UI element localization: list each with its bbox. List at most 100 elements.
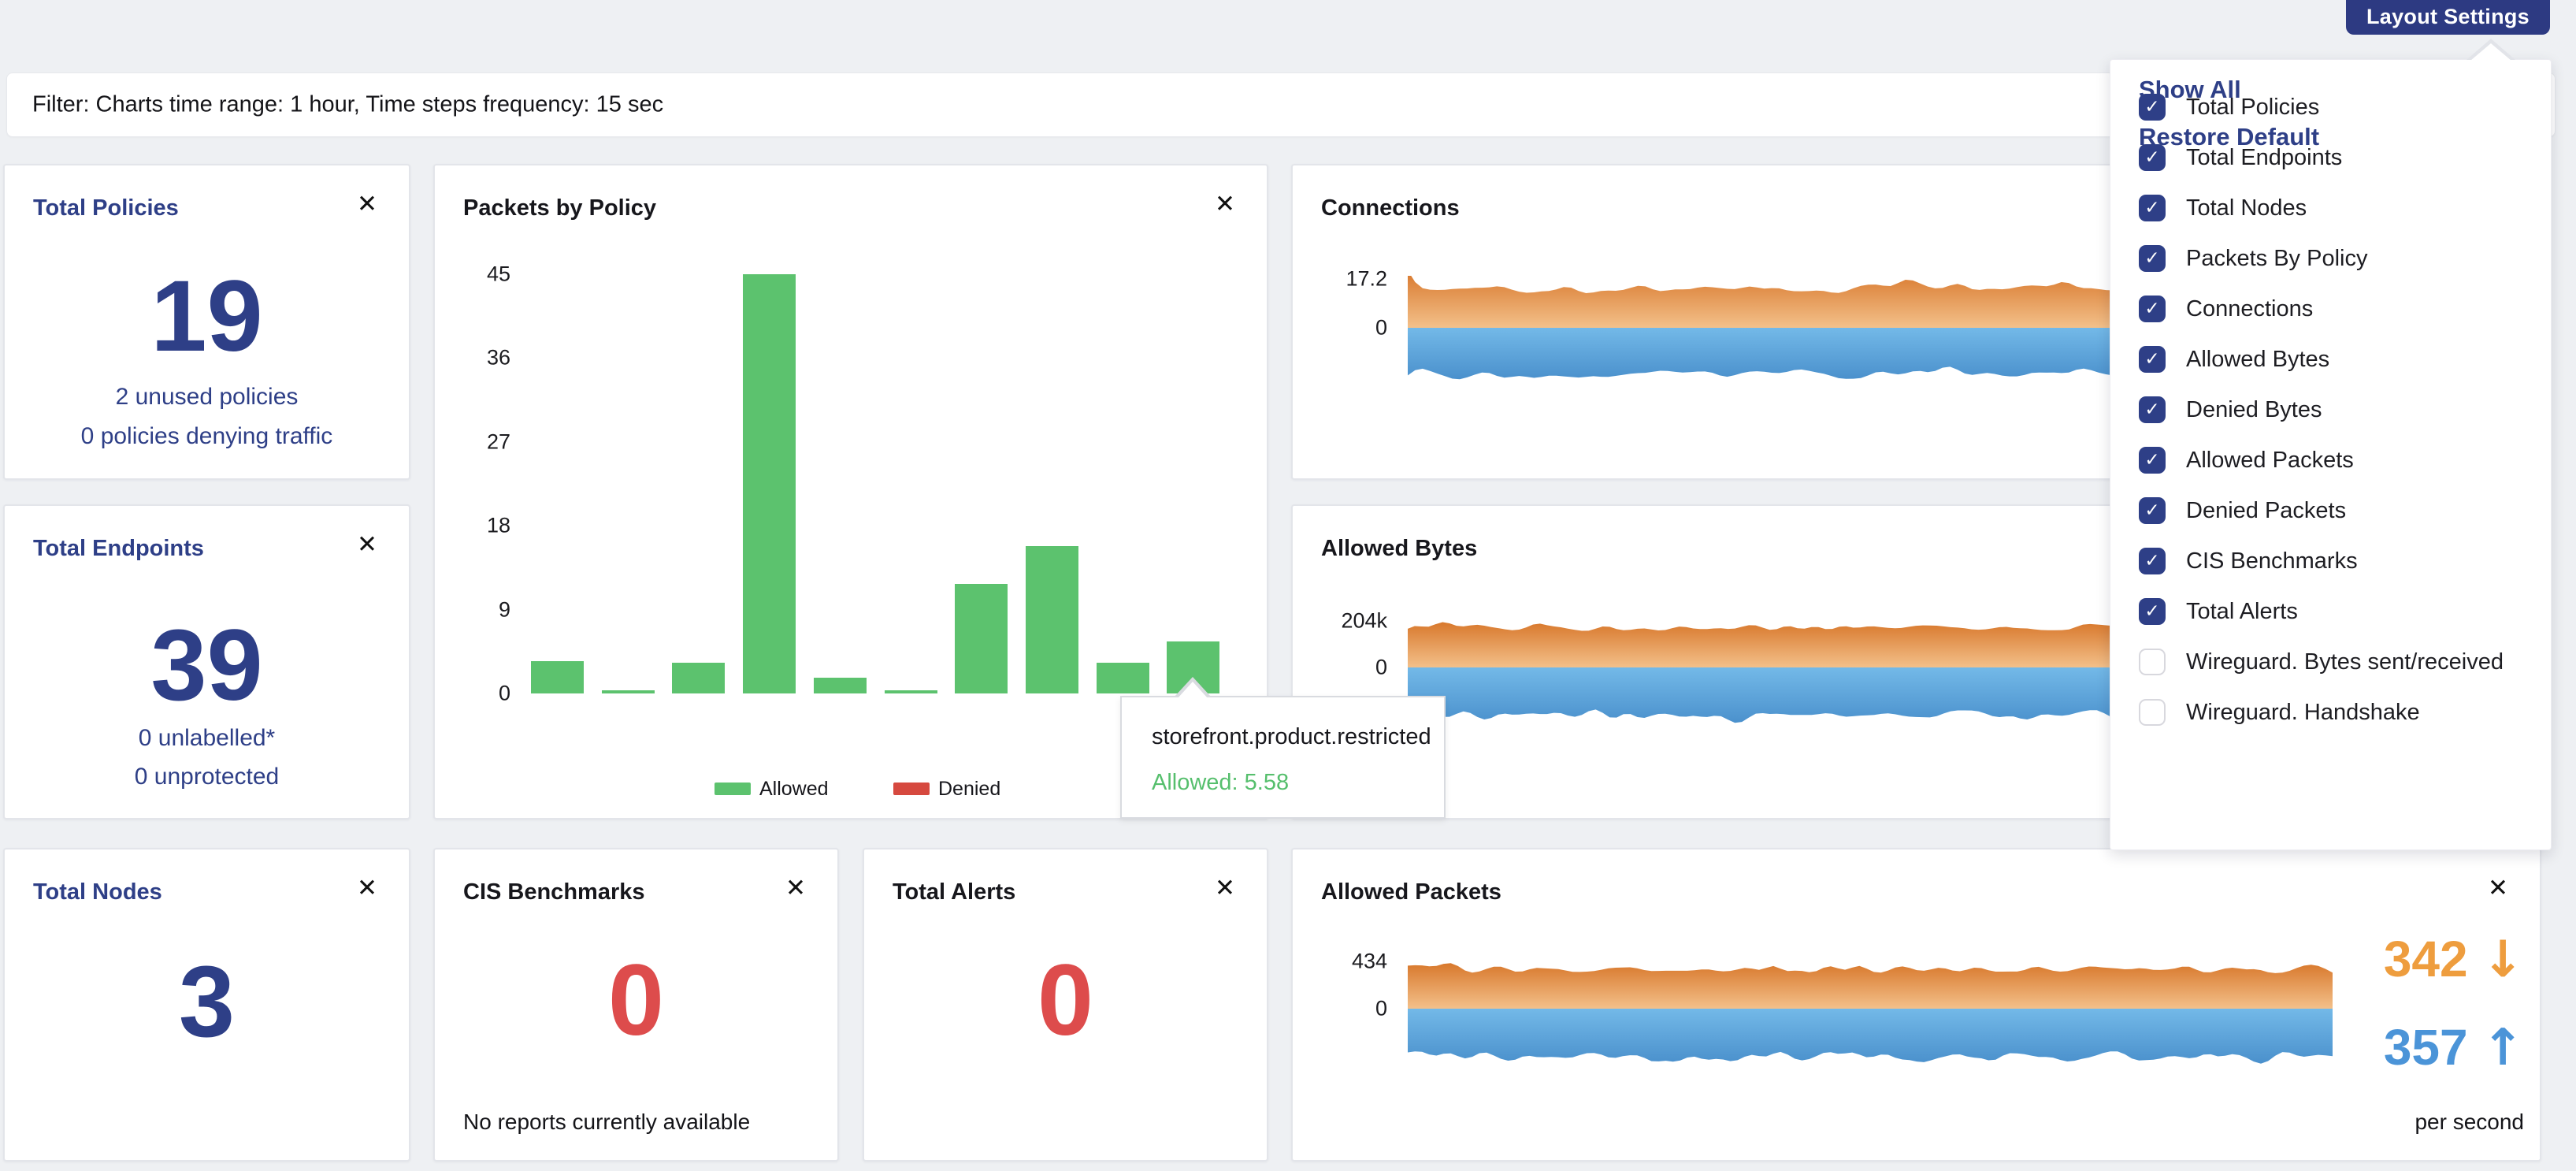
card-title: Connections	[1321, 195, 1460, 221]
dropdown-item-label: Total Alerts	[2186, 599, 2298, 625]
y-axis-top-label: 17.2	[1293, 267, 1387, 292]
card-title: Allowed Packets	[1321, 879, 1501, 905]
cis-benchmarks-value: 0	[435, 950, 837, 1051]
bar-ytick-9: 9	[435, 597, 510, 622]
dropdown-item-label: Denied Bytes	[2186, 397, 2322, 423]
allowed-legend-swatch	[715, 783, 751, 795]
chart-tooltip: storefront.product.restricted Allowed: 5…	[1120, 696, 1446, 819]
bar-ytick-27: 27	[435, 429, 510, 454]
tooltip-policy-name: storefront.product.restricted	[1152, 724, 1431, 750]
bar-ytick-18: 18	[435, 514, 510, 538]
checkbox-checked-icon[interactable]: ✓	[2139, 346, 2166, 373]
close-icon[interactable]: ✕	[1215, 876, 1235, 901]
arrow-down-icon: ↓	[2481, 931, 2524, 989]
dropdown-item-denied-packets[interactable]: ✓ Denied Packets	[2110, 485, 2551, 536]
close-icon[interactable]: ✕	[785, 876, 806, 901]
bar-ytick-36: 36	[435, 346, 510, 370]
card-total-endpoints: Total Endpoints ✕ 39 0 unlabelled* 0 unp…	[3, 504, 410, 820]
dropdown-item-label: Allowed Packets	[2186, 448, 2354, 474]
allowed-bar-1[interactable]	[602, 690, 655, 693]
dropdown-item-packets-by-policy[interactable]: ✓ Packets By Policy	[2110, 233, 2551, 284]
allowed-legend-label: Allowed	[759, 777, 829, 801]
dropdown-item-wireguard-handshake[interactable]: Wireguard. Handshake	[2110, 687, 2551, 738]
checkbox-checked-icon[interactable]: ✓	[2139, 396, 2166, 423]
layout-dropdown-list: ✓ Total Policies ✓ Total Endpoints ✓ Total No…	[2110, 82, 2551, 738]
checkbox-unchecked-icon[interactable]	[2139, 699, 2166, 726]
dropdown-item-label: Connections	[2186, 296, 2313, 322]
checkbox-checked-icon[interactable]: ✓	[2139, 548, 2166, 574]
dropdown-item-label: Total Nodes	[2186, 195, 2307, 221]
dropdown-item-cis-benchmarks[interactable]: ✓ CIS Benchmarks	[2110, 536, 2551, 586]
dropdown-item-allowed-packets[interactable]: ✓ Allowed Packets	[2110, 435, 2551, 485]
checkbox-checked-icon[interactable]: ✓	[2139, 497, 2166, 524]
card-total-nodes: Total Nodes ✕ 3	[3, 848, 410, 1162]
denied-legend-label: Denied	[938, 777, 1000, 801]
allowed-bar-6[interactable]	[955, 584, 1008, 693]
total-alerts-value: 0	[864, 950, 1267, 1051]
total-nodes-value: 3	[5, 952, 409, 1053]
allowed-bar-0[interactable]	[531, 661, 584, 693]
card-title: Allowed Bytes	[1321, 536, 1477, 562]
y-axis-zero-label: 0	[1293, 997, 1387, 1021]
card-cis-benchmarks: CIS Benchmarks ✕ 0 No reports currently …	[433, 848, 839, 1162]
unprotected-line: 0 unprotected	[5, 764, 409, 790]
dropdown-item-total-policies[interactable]: ✓ Total Policies	[2110, 82, 2551, 132]
allowed-bar-2[interactable]	[672, 663, 725, 693]
checkbox-checked-icon[interactable]: ✓	[2139, 245, 2166, 272]
card-title: Total Policies	[33, 195, 179, 221]
y-axis-zero-label: 0	[1293, 656, 1387, 680]
y-axis-zero-label: 0	[1293, 316, 1387, 340]
allowed-bar-8[interactable]	[1097, 663, 1149, 693]
bar-ytick-0: 0	[435, 682, 510, 706]
allowed-bar-4[interactable]	[814, 678, 867, 693]
dropdown-item-label: Packets By Policy	[2186, 246, 2367, 272]
checkbox-checked-icon[interactable]: ✓	[2139, 195, 2166, 221]
checkbox-unchecked-icon[interactable]	[2139, 649, 2166, 675]
denied-legend-swatch	[893, 783, 930, 795]
checkbox-checked-icon[interactable]: ✓	[2139, 296, 2166, 322]
tooltip-allowed-value: Allowed: 5.58	[1152, 770, 1289, 796]
unused-policies-line: 2 unused policies	[5, 384, 409, 411]
card-title: CIS Benchmarks	[463, 879, 645, 905]
checkbox-checked-icon[interactable]: ✓	[2139, 598, 2166, 625]
allowed-bar-7[interactable]	[1026, 546, 1078, 693]
checkbox-checked-icon[interactable]: ✓	[2139, 447, 2166, 474]
packets-down-rate: 342 ↓	[2384, 934, 2524, 985]
dropdown-item-label: Total Policies	[2186, 95, 2319, 121]
bar-ytick-45: 45	[435, 262, 510, 287]
dropdown-item-total-alerts[interactable]: ✓ Total Alerts	[2110, 586, 2551, 637]
card-title: Total Endpoints	[33, 536, 204, 562]
close-icon[interactable]: ✕	[357, 876, 377, 901]
dropdown-item-label: Total Endpoints	[2186, 145, 2342, 171]
filter-text: Filter: Charts time range: 1 hour, Time …	[32, 92, 663, 118]
dropdown-item-denied-bytes[interactable]: ✓ Denied Bytes	[2110, 385, 2551, 435]
dropdown-item-connections[interactable]: ✓ Connections	[2110, 284, 2551, 334]
allowed-bar-3[interactable]	[743, 274, 796, 693]
card-title: Total Alerts	[893, 879, 1015, 905]
dropdown-item-total-nodes[interactable]: ✓ Total Nodes	[2110, 183, 2551, 233]
close-icon[interactable]: ✕	[357, 192, 377, 217]
dashboard-page: Layout Settings Filter: Charts time rang…	[0, 0, 2576, 1171]
dropdown-item-label: Wireguard. Bytes sent/received	[2186, 649, 2504, 675]
allowed-packets-area-chart	[1408, 957, 2333, 1091]
checkbox-checked-icon[interactable]: ✓	[2139, 144, 2166, 171]
layout-settings-dropdown: ✓ Total Policies ✓ Total Endpoints ✓ Total No…	[2110, 59, 2552, 850]
dropdown-item-label: Allowed Bytes	[2186, 347, 2329, 373]
dropdown-item-label: Wireguard. Handshake	[2186, 700, 2420, 726]
dropdown-item-wireguard-bytes-sent-received[interactable]: Wireguard. Bytes sent/received	[2110, 637, 2551, 687]
close-icon[interactable]: ✕	[357, 533, 377, 557]
card-allowed-packets: Allowed Packets ✕ 434 0 342 ↓ 357 ↑ per …	[1291, 848, 2541, 1162]
per-second-label: per second	[2415, 1110, 2524, 1135]
allowed-bar-5[interactable]	[885, 690, 937, 693]
y-axis-top-label: 204k	[1293, 609, 1387, 634]
dropdown-item-label: CIS Benchmarks	[2186, 548, 2358, 574]
card-total-policies: Total Policies ✕ 19 2 unused policies 0 …	[3, 164, 410, 480]
dropdown-item-label: Denied Packets	[2186, 498, 2346, 524]
y-axis-top-label: 434	[1293, 950, 1387, 974]
close-icon[interactable]: ✕	[2488, 876, 2508, 901]
card-total-alerts: Total Alerts ✕ 0	[863, 848, 1268, 1162]
layout-settings-button[interactable]: Layout Settings	[2346, 0, 2550, 35]
checkbox-checked-icon[interactable]: ✓	[2139, 94, 2166, 121]
dropdown-item-allowed-bytes[interactable]: ✓ Allowed Bytes	[2110, 334, 2551, 385]
dropdown-item-total-endpoints[interactable]: ✓ Total Endpoints	[2110, 132, 2551, 183]
